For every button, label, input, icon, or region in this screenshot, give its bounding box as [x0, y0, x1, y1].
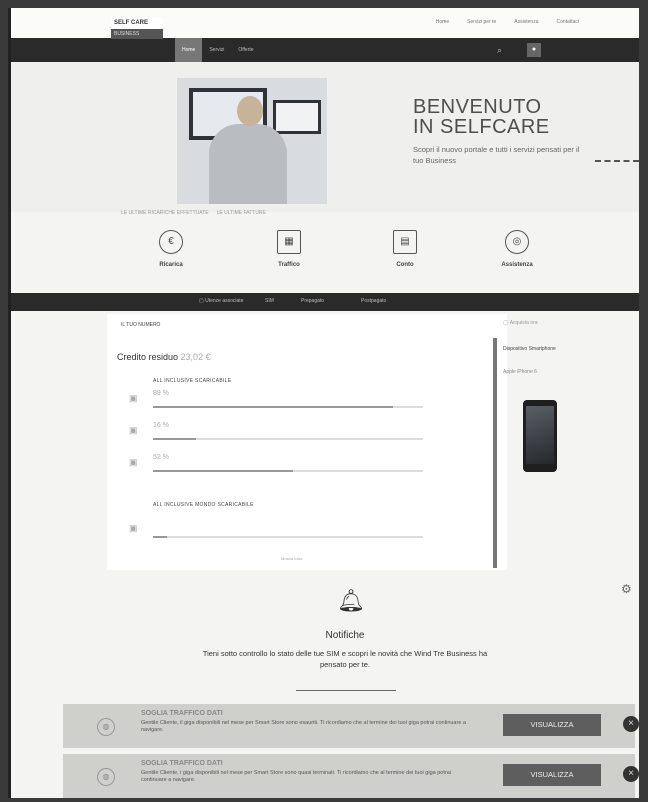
close-icon[interactable]: ×	[623, 716, 639, 732]
visualizza-button[interactable]: VISUALIZZA	[503, 764, 601, 786]
side-promo: ◯ Acquista ora Dispositivo Smartphone Ap…	[503, 320, 575, 376]
notification-body: Gentile Cliente, i giga disponibili nel …	[141, 770, 451, 783]
hero-dashed-line	[595, 160, 639, 162]
tab-services[interactable]: Servizi	[202, 38, 231, 62]
top-links: Home Servizi per te Assistenza Contattac…	[436, 19, 579, 25]
sim-icon: ▣	[129, 393, 138, 403]
notification-body: Gentile Cliente, il giga disponibili nel…	[141, 720, 466, 733]
nav-tabs: Home Servizi Offerte	[175, 38, 261, 62]
quick-action-traffico[interactable]: ▦ Traffico	[259, 230, 319, 268]
logo-line2: BUSINESS	[111, 29, 163, 39]
document-icon: ▤	[393, 230, 417, 254]
euro-coin-icon: €	[159, 230, 183, 254]
usage-value: 89 %	[153, 390, 169, 397]
monitor-image	[273, 100, 321, 134]
logo[interactable]: SELF CARE BUSINESS	[111, 18, 163, 40]
close-icon[interactable]: ×	[623, 766, 639, 782]
quick-action-conto[interactable]: ▤ Conto	[375, 230, 435, 268]
person-image	[209, 124, 287, 204]
user-icon[interactable]: ●	[527, 43, 541, 57]
usage-value: 52 %	[153, 454, 169, 461]
selfcare-page: Home Servizi per te Assistenza Contattac…	[8, 8, 639, 798]
tab-offers[interactable]: Offerte	[231, 38, 260, 62]
search-icon[interactable]: ⌕	[497, 45, 507, 55]
globe-icon: ◍	[97, 768, 115, 786]
top-link-home[interactable]: Home	[436, 19, 449, 25]
hero-text: Scopri il nuovo portale e tutti i serviz…	[413, 145, 580, 165]
usage-row: ▣ 16 %	[129, 422, 489, 442]
promo-headline: Dispositivo Smartphone	[503, 346, 556, 352]
filter-label: ▢ Utenze associate	[199, 298, 244, 304]
last-invoices-link[interactable]: LE ULTIME FATTURE	[217, 210, 266, 216]
section-title: ALL INCLUSIVE MONDO SCARICABILE	[153, 502, 254, 508]
notification-title: SOGLIA TRAFFICO DATI	[141, 710, 223, 717]
top-link-contact[interactable]: Contattaci	[556, 19, 579, 25]
tab-home[interactable]: Home	[175, 38, 203, 62]
bell-icon: 🔔︎	[337, 588, 365, 613]
promo-model: Apple iPhone 6	[503, 369, 537, 375]
sim-icon: ▣	[129, 425, 138, 435]
top-link-services[interactable]: Servizi per te	[467, 19, 496, 25]
quick-action-assistenza[interactable]: ◎ Assistenza	[487, 230, 547, 268]
usage-bar	[153, 406, 423, 408]
hero-links: LE ULTIME RICARICHE EFFETTUATE LE ULTIME…	[121, 210, 266, 216]
visualizza-button[interactable]: VISUALIZZA	[503, 714, 601, 736]
usage-row: ▣ 89 %	[129, 390, 489, 410]
usage-row: ▣	[129, 520, 489, 540]
phone-image[interactable]	[523, 400, 557, 472]
sim-icon: ▣	[129, 523, 138, 533]
usage-bar	[153, 470, 423, 472]
usage-bar	[153, 438, 423, 440]
notification-card: ◍ SOGLIA TRAFFICO DATI Gentile Cliente, …	[63, 704, 639, 748]
sim-icon: ▣	[129, 457, 138, 467]
notifications-text: Tieni sotto controllo lo stato delle tue…	[202, 649, 488, 669]
top-link-assistance[interactable]: Assistenza	[514, 19, 538, 25]
top-utility-bar: Home Servizi per te Assistenza Contattac…	[11, 8, 639, 38]
usage-row: ▣ 52 %	[129, 454, 489, 474]
globe-icon: ◍	[97, 718, 115, 736]
logo-line1: SELF CARE	[111, 18, 163, 28]
scrollbar[interactable]	[493, 338, 497, 568]
filter-postpaid[interactable]: Postpagato	[361, 298, 386, 304]
lifebuoy-icon: ◎	[505, 230, 529, 254]
usage-value: 16 %	[153, 422, 169, 429]
notification-title: SOGLIA TRAFFICO DATI	[141, 760, 223, 767]
panel-head: IL TUO NUMERO	[121, 322, 161, 328]
credit-value: 23,02 €	[180, 352, 211, 362]
quick-action-ricarica[interactable]: € Ricarica	[141, 230, 201, 268]
last-recharges-link[interactable]: LE ULTIME RICARICHE EFFETTUATE	[121, 210, 209, 216]
filter-sim[interactable]: SIM	[265, 298, 274, 304]
divider	[296, 690, 396, 691]
traffic-building-icon: ▦	[277, 230, 301, 254]
show-all-link[interactable]: Mostra tutto	[281, 556, 302, 561]
notifications-title: Notifiche	[325, 630, 365, 641]
section-title: ALL INCLUSIVE SCARICABILE	[153, 378, 232, 384]
usage-bar	[153, 536, 423, 538]
credit-residual: Credito residuo 23,02 €	[117, 352, 211, 362]
settings-icon[interactable]: ⚙	[621, 582, 632, 596]
hero-photo	[177, 78, 327, 204]
filter-bar: ▢ Utenze associate SIM Prepagato Postpag…	[11, 293, 639, 311]
hero-title: BENVENUTO IN SELFCARE	[413, 96, 550, 138]
person-head-image	[237, 96, 263, 126]
main-nav	[11, 38, 639, 62]
filter-prepaid[interactable]: Prepagato	[301, 298, 324, 304]
notification-card: ◍ SOGLIA TRAFFICO DATI Gentile Cliente, …	[63, 754, 639, 798]
buy-now-link[interactable]: ◯ Acquista ora	[503, 320, 575, 326]
